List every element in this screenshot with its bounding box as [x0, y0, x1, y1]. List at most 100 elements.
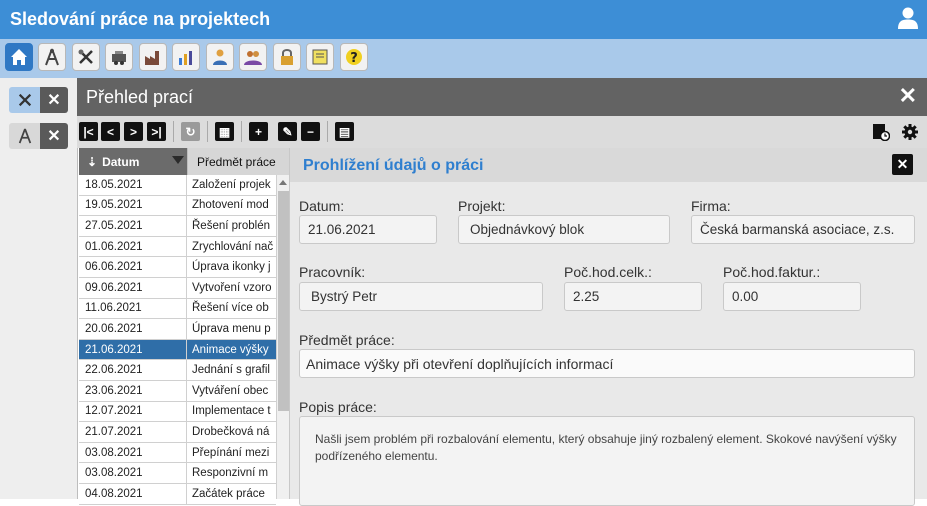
billed-hours-label: Poč.hod.faktur.:	[723, 264, 821, 280]
tools-icon[interactable]	[72, 43, 100, 71]
table-row[interactable]: 03.08.2021 Přepínání mezi	[79, 442, 276, 464]
worker-field[interactable]: Bystrý Petr	[299, 282, 543, 311]
table-row[interactable]: 06.06.2021 Úprava ikonky j	[79, 257, 276, 278]
page-title: Přehled prací	[86, 87, 194, 107]
app-header: Sledování práce na projektech	[0, 0, 927, 39]
chart-icon[interactable]	[172, 43, 200, 71]
close-icon[interactable]: ✕	[40, 87, 68, 113]
project-field[interactable]: Objednávkový blok	[458, 215, 670, 244]
description-field[interactable]: Našli jsem problém při rozbalování eleme…	[299, 416, 915, 506]
cell-date: 20.06.2021	[79, 319, 187, 339]
cell-date: 18.05.2021	[79, 175, 187, 195]
sidebar: ✕ ✕	[0, 78, 77, 499]
cell-date: 03.08.2021	[79, 442, 187, 463]
compass-icon[interactable]	[38, 43, 66, 71]
table-row[interactable]: 27.05.2021 Řešení problén	[79, 216, 276, 237]
total-hours-field[interactable]: 2.25	[564, 282, 702, 311]
cell-date: 22.06.2021	[79, 360, 187, 380]
home-icon[interactable]	[5, 43, 33, 71]
column-header-subject[interactable]: Předmět práce	[187, 148, 289, 175]
app-title: Sledování práce na projektech	[10, 9, 271, 29]
description-label: Popis práce:	[299, 399, 377, 415]
cell-subject: Zhotovení mod	[192, 199, 269, 212]
cell-subject: Implementace t	[192, 405, 271, 418]
cell-subject: Úprava ikonky j	[192, 261, 271, 274]
machinery-icon[interactable]	[105, 43, 133, 71]
table-row[interactable]: 23.06.2021 Vytváření obec	[79, 380, 276, 402]
edit-button[interactable]: ✎	[278, 122, 297, 141]
cell-date: 04.08.2021	[79, 483, 187, 504]
table-row[interactable]: 12.07.2021 Implementace t	[79, 401, 276, 423]
table-row[interactable]: 03.08.2021 Responzivní m	[79, 463, 276, 484]
cell-subject: Drobečková ná	[192, 425, 270, 438]
add-button[interactable]: +	[249, 122, 268, 141]
delete-button[interactable]: −	[301, 122, 320, 141]
user-icon[interactable]	[898, 7, 918, 29]
toolbar-divider	[241, 121, 242, 142]
close-icon[interactable]: ✕	[899, 85, 917, 107]
module-toolbar: ?	[0, 39, 927, 78]
history-icon[interactable]	[870, 121, 892, 143]
help-icon[interactable]: ?	[340, 43, 368, 71]
lock-key-icon[interactable]	[273, 43, 301, 71]
grid-toolbar: |< < > >| ↻ ▦ + ✎ − ▤	[77, 116, 927, 148]
last-record-button[interactable]: >|	[147, 122, 166, 141]
scroll-thumb[interactable]	[278, 191, 289, 411]
table-row[interactable]: 21.07.2021 Drobečková ná	[79, 422, 276, 443]
column-label: Datum	[102, 154, 140, 169]
table-row[interactable]: 11.06.2021 Řešení více ob	[79, 298, 276, 320]
date-field[interactable]: 21.06.2021	[299, 215, 437, 244]
gear-icon[interactable]	[899, 121, 921, 143]
sidebar-tab-compass[interactable]: ✕	[9, 123, 68, 149]
table-row[interactable]: 18.05.2021 Založení projek	[79, 175, 276, 196]
next-record-button[interactable]: >	[124, 122, 143, 141]
company-label: Firma:	[691, 198, 731, 214]
total-hours-label: Poč.hod.celk.:	[564, 264, 652, 280]
sidebar-tab-tools[interactable]: ✕	[9, 87, 68, 113]
table-row[interactable]: 20.06.2021 Úprava menu p	[79, 319, 276, 340]
table-row[interactable]: 04.08.2021 Začátek práce	[79, 483, 276, 505]
table-view-button[interactable]: ▦	[215, 122, 234, 141]
cell-subject: Animace výšky	[192, 343, 269, 356]
table-row[interactable]: 01.06.2021 Zrychlování nač	[79, 236, 276, 258]
compass-icon[interactable]	[9, 123, 40, 149]
subject-label: Předmět práce:	[299, 332, 395, 348]
cell-date: 01.06.2021	[79, 236, 187, 257]
cell-subject: Responzivní m	[192, 467, 269, 480]
factory-icon[interactable]	[139, 43, 167, 71]
cell-subject: Úprava menu p	[192, 322, 271, 335]
cell-date: 27.05.2021	[79, 216, 187, 236]
prev-record-button[interactable]: <	[101, 122, 120, 141]
grid-body: 18.05.2021 Založení projek 19.05.2021 Zhoto…	[79, 175, 276, 505]
cell-subject: Jednání s grafil	[192, 364, 270, 377]
table-row[interactable]: 19.05.2021 Zhotovení mod	[79, 195, 276, 217]
refresh-button[interactable]: ↻	[181, 122, 200, 141]
team-icon[interactable]	[239, 43, 267, 71]
detail-panel: Prohlížení údajů o práci ✕ Datum: 21.06.…	[289, 148, 927, 506]
export-button[interactable]: ▤	[335, 122, 354, 141]
table-row[interactable]: 09.06.2021 Vytvoření vzoro	[79, 277, 276, 299]
billed-hours-field[interactable]: 0.00	[723, 282, 861, 311]
cell-date: 21.07.2021	[79, 422, 187, 442]
toolbar-divider	[327, 121, 328, 142]
company-field[interactable]: Česká barmanská asociace, z.s.	[691, 215, 915, 244]
worker-icon[interactable]	[206, 43, 234, 71]
scroll-up-icon[interactable]	[279, 180, 287, 185]
subject-field[interactable]: Animace výšky při otevření doplňujících …	[299, 349, 915, 378]
table-row[interactable]: 22.06.2021 Jednání s grafil	[79, 360, 276, 381]
cell-date: 03.08.2021	[79, 463, 187, 483]
table-row[interactable]: 21.06.2021 Animace výšky	[79, 339, 276, 361]
cell-subject: Řešení více ob	[192, 302, 269, 315]
tools-icon[interactable]	[9, 87, 40, 113]
close-icon[interactable]: ✕	[892, 154, 913, 175]
column-header-date[interactable]: ⇣ Datum	[79, 148, 187, 175]
certificate-icon[interactable]	[306, 43, 334, 71]
grid-scrollbar[interactable]	[276, 175, 289, 499]
first-record-button[interactable]: |<	[79, 122, 98, 141]
date-label: Datum:	[299, 198, 345, 214]
cell-date: 06.06.2021	[79, 257, 187, 277]
filter-icon[interactable]	[172, 156, 184, 164]
svg-text:?: ?	[350, 51, 358, 66]
close-icon[interactable]: ✕	[40, 123, 68, 149]
detail-header: Prohlížení údajů o práci ✕	[290, 148, 927, 182]
